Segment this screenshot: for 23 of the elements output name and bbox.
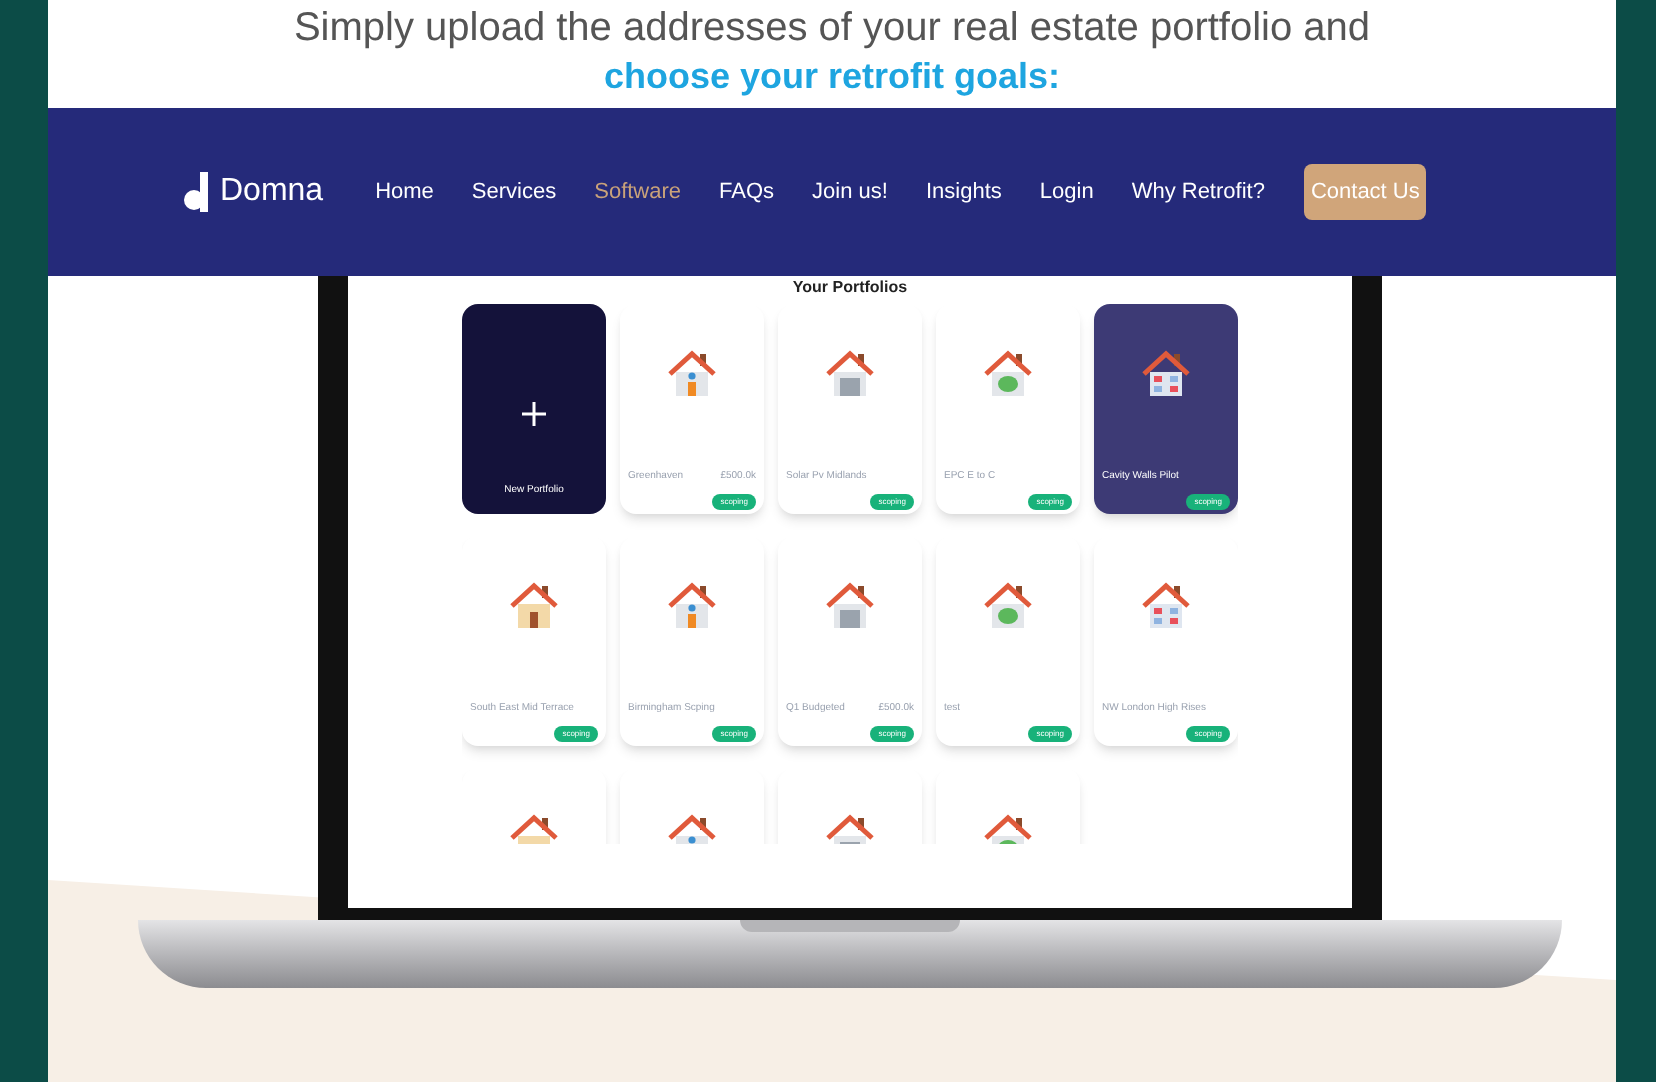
headline-highlight: choose your retrofit goals: xyxy=(603,54,1061,100)
nav-link[interactable]: Join us! xyxy=(812,175,888,209)
headline-text: Simply upload the addresses of your real estate portfolio and xyxy=(293,4,1371,52)
house-icon xyxy=(982,580,1034,632)
nav-link[interactable]: Software xyxy=(594,175,682,209)
house-icon xyxy=(1140,348,1192,400)
house-icon xyxy=(666,580,718,632)
nav-link[interactable]: Login xyxy=(1039,175,1094,209)
house-icon xyxy=(508,580,560,632)
house-icon xyxy=(666,348,718,400)
logo-icon xyxy=(184,172,208,212)
nav-link[interactable]: FAQs xyxy=(719,175,775,209)
house-icon xyxy=(824,580,876,632)
house-icon xyxy=(982,348,1034,400)
house-icon xyxy=(824,348,876,400)
house-icon xyxy=(1140,580,1192,632)
nav-link[interactable]: Insights xyxy=(925,175,1002,209)
nav-link[interactable]: Why Retrofit? xyxy=(1131,175,1265,209)
section-title: Your Portfolios xyxy=(792,280,908,296)
logo-text: Domna xyxy=(220,172,324,212)
nav-link[interactable]: Services xyxy=(471,175,557,209)
plus-icon xyxy=(522,401,546,426)
nav-link[interactable]: Home xyxy=(375,175,434,209)
